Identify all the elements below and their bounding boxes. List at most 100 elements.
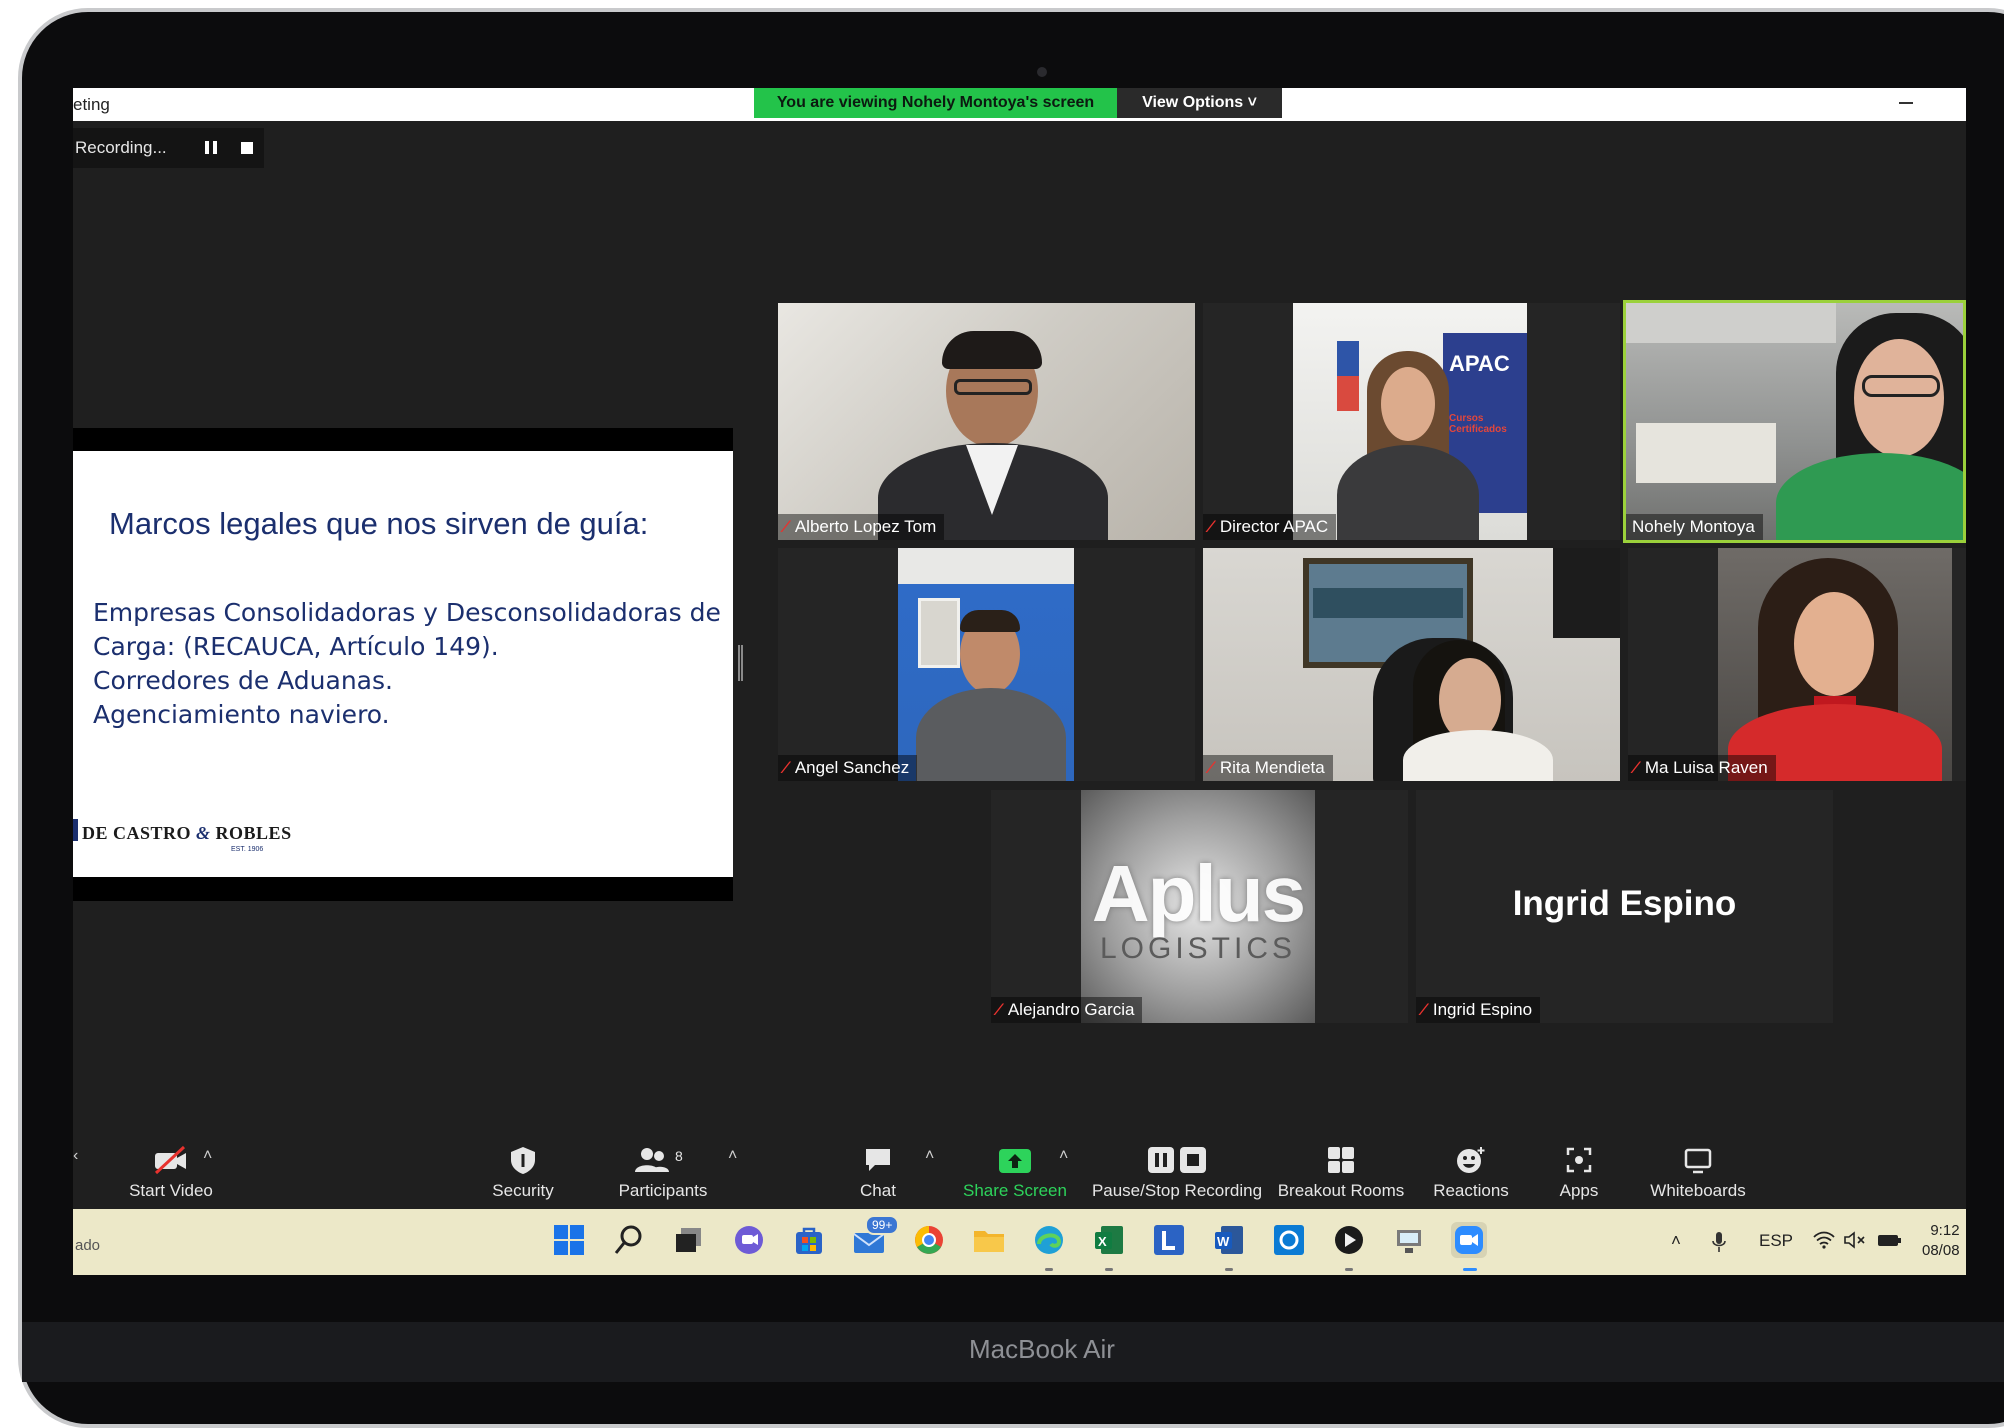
file-explorer-icon[interactable] bbox=[971, 1222, 1007, 1258]
participant-video: Aplus LOGISTICS bbox=[1081, 790, 1315, 1023]
slide-line: Agenciamiento naviero. bbox=[93, 700, 390, 729]
word-icon[interactable]: W bbox=[1211, 1222, 1247, 1258]
participant-video bbox=[1718, 548, 1952, 781]
muted-mic-icon: ⁄ bbox=[784, 517, 787, 536]
svg-text:W: W bbox=[1217, 1234, 1230, 1249]
participant-name-label: ⁄ Ma Luisa Raven bbox=[1628, 755, 1776, 781]
video-tile[interactable]: Aplus LOGISTICS ⁄ Alejandro Garcia bbox=[991, 790, 1408, 1023]
running-indicator bbox=[1045, 1268, 1053, 1271]
security-label: Security bbox=[492, 1181, 554, 1200]
excel-icon[interactable]: X bbox=[1091, 1222, 1127, 1258]
breakout-rooms-button[interactable]: Breakout Rooms bbox=[1271, 1135, 1411, 1207]
pause-recording-icon[interactable] bbox=[205, 141, 219, 155]
panel-splitter[interactable] bbox=[738, 645, 743, 681]
video-tile[interactable]: ⁄ Angel Sanchez bbox=[778, 548, 1195, 781]
share-options-caret[interactable]: ˄ bbox=[1059, 1147, 1068, 1165]
participant-name-label: ⁄ Ingrid Espino bbox=[1416, 997, 1541, 1023]
participants-button[interactable]: 8 Participants bbox=[603, 1135, 723, 1207]
breakout-rooms-icon bbox=[1271, 1145, 1411, 1175]
chat-button[interactable]: Chat bbox=[833, 1135, 923, 1207]
muted-mic-icon: ⁄ bbox=[1209, 517, 1212, 536]
chevron-up-icon[interactable]: ˄ bbox=[1671, 1231, 1681, 1251]
reactions-label: Reactions bbox=[1433, 1181, 1509, 1200]
participant-name-label: ⁄ Rita Mendieta bbox=[1203, 755, 1333, 781]
wifi-icon[interactable] bbox=[1813, 1231, 1835, 1254]
taskbar-left-text: ado bbox=[75, 1237, 101, 1254]
window-title: eting bbox=[73, 95, 110, 114]
chat-icon bbox=[833, 1145, 923, 1175]
media-player-icon[interactable] bbox=[1331, 1222, 1367, 1258]
edge-icon[interactable] bbox=[1031, 1222, 1067, 1258]
video-tile-no-video[interactable]: Ingrid Espino ⁄ Ingrid Espino bbox=[1416, 790, 1833, 1023]
teams-chat-icon[interactable] bbox=[731, 1222, 767, 1258]
participants-icon: 8 bbox=[603, 1145, 723, 1175]
participant-name-label: ⁄ Director APAC bbox=[1203, 514, 1337, 540]
windows-start-icon[interactable] bbox=[551, 1222, 587, 1258]
reactions-button[interactable]: Reactions bbox=[1421, 1135, 1521, 1207]
stop-recording-icon[interactable] bbox=[241, 142, 253, 154]
participant-name: Ma Luisa Raven bbox=[1644, 758, 1768, 777]
chat-label: Chat bbox=[860, 1181, 896, 1200]
laptop-chin: MacBook Air bbox=[22, 1322, 2004, 1382]
zoom-icon[interactable] bbox=[1451, 1222, 1487, 1258]
app-blue-icon[interactable] bbox=[1271, 1222, 1307, 1258]
svg-text:X: X bbox=[1098, 1234, 1107, 1249]
participant-name: Alberto Lopez Tom bbox=[794, 517, 937, 536]
muted-mic-icon: ⁄ bbox=[1209, 758, 1212, 777]
participant-video: APAC Cursos Certificados bbox=[1293, 303, 1527, 540]
network-share-icon[interactable] bbox=[1391, 1222, 1427, 1258]
muted-mic-icon: ⁄ bbox=[1422, 1000, 1425, 1019]
running-indicator bbox=[1105, 1268, 1113, 1271]
background-logo: Aplus bbox=[1091, 849, 1306, 938]
logo-mark bbox=[73, 819, 78, 841]
system-clock[interactable]: 9:12 08/08 bbox=[1922, 1221, 1960, 1261]
chevron-left-icon[interactable]: ‹ bbox=[73, 1147, 78, 1165]
chrome-icon[interactable] bbox=[911, 1222, 947, 1258]
task-view-icon[interactable] bbox=[671, 1222, 707, 1258]
recording-label: Recording... bbox=[75, 138, 167, 157]
running-indicator bbox=[1225, 1268, 1233, 1271]
video-tile[interactable]: ⁄ Rita Mendieta bbox=[1203, 548, 1620, 781]
slide-line: Empresas Consolidadoras y Desconsolidado… bbox=[93, 598, 721, 627]
company-logo: DE CASTRO & ROBLES bbox=[82, 823, 292, 844]
apps-button[interactable]: Apps bbox=[1539, 1135, 1619, 1207]
participant-name: Angel Sanchez bbox=[794, 758, 910, 777]
video-tile[interactable]: ⁄ Ma Luisa Raven bbox=[1628, 548, 1966, 781]
video-tile[interactable]: APAC Cursos Certificados ⁄ Director APAC bbox=[1203, 303, 1620, 540]
video-options-caret[interactable]: ˄ bbox=[203, 1147, 212, 1165]
logo-amp: & bbox=[196, 823, 211, 843]
share-screen-button[interactable]: Share Screen bbox=[953, 1135, 1077, 1207]
logo-text-b: ROBLES bbox=[215, 823, 292, 843]
speaker-muted-icon[interactable] bbox=[1843, 1231, 1867, 1254]
language-indicator[interactable]: ESP bbox=[1759, 1231, 1793, 1251]
battery-icon[interactable] bbox=[1877, 1231, 1903, 1254]
shield-icon bbox=[473, 1145, 573, 1175]
participant-name: Alejandro Garcia bbox=[1007, 1000, 1135, 1019]
background-sign-sub: Cursos Certificados bbox=[1449, 413, 1507, 435]
security-button[interactable]: Security bbox=[473, 1135, 573, 1207]
device-label: MacBook Air bbox=[969, 1334, 1115, 1364]
whiteboards-button[interactable]: Whiteboards bbox=[1633, 1135, 1763, 1207]
slide-line: Corredores de Aduanas. bbox=[93, 666, 393, 695]
pause-stop-recording-button[interactable]: Pause/Stop Recording bbox=[1087, 1135, 1267, 1207]
participant-video bbox=[1626, 303, 1963, 540]
start-video-button[interactable]: Start Video bbox=[111, 1135, 231, 1207]
chat-options-caret[interactable]: ˄ bbox=[925, 1147, 934, 1165]
running-indicator bbox=[1345, 1268, 1353, 1271]
microphone-icon[interactable] bbox=[1711, 1231, 1727, 1258]
logo-est: EST. 1906 bbox=[231, 846, 264, 853]
windows-taskbar: ado 99+ X W ˄ ESP 9:12 08/08 bbox=[73, 1209, 1966, 1275]
breakout-rooms-label: Breakout Rooms bbox=[1277, 1181, 1405, 1200]
view-options-button[interactable]: View Options ˅ bbox=[1117, 88, 1282, 118]
app-l-icon[interactable] bbox=[1151, 1222, 1187, 1258]
window-titlebar: eting You are viewing Nohely Montoya's s… bbox=[73, 88, 1966, 121]
participant-video bbox=[778, 303, 1195, 540]
minimize-icon[interactable] bbox=[1899, 102, 1913, 104]
share-screen-label: Share Screen bbox=[963, 1181, 1067, 1200]
video-tile-active-speaker[interactable]: Nohely Montoya bbox=[1623, 300, 1966, 543]
search-icon[interactable] bbox=[611, 1222, 647, 1258]
whiteboards-label: Whiteboards bbox=[1650, 1181, 1746, 1200]
video-tile[interactable]: ⁄ Alberto Lopez Tom bbox=[778, 303, 1195, 540]
participants-options-caret[interactable]: ˄ bbox=[728, 1147, 737, 1165]
microsoft-store-icon[interactable] bbox=[791, 1222, 827, 1258]
